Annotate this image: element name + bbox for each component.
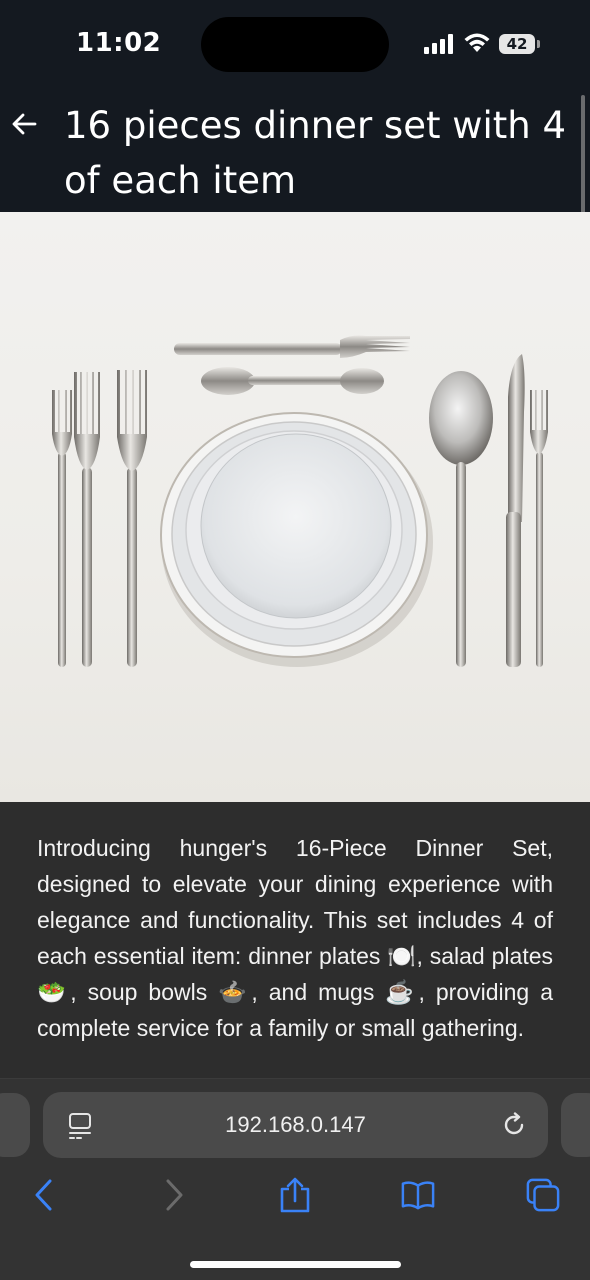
next-tab-preview[interactable] bbox=[561, 1093, 590, 1157]
product-description: Introducing hunger's 16-Piece Dinner Set… bbox=[37, 835, 553, 1041]
dinner-set-photo bbox=[52, 335, 548, 667]
cellular-signal-icon bbox=[424, 34, 453, 54]
wifi-icon bbox=[464, 33, 490, 52]
page-header: 16 pieces dinner set with 4 of each item bbox=[0, 90, 590, 212]
home-indicator[interactable] bbox=[190, 1261, 401, 1268]
tabs-icon[interactable] bbox=[526, 1177, 560, 1213]
url-text[interactable]: 192.168.0.147 bbox=[43, 1092, 548, 1158]
back-icon[interactable] bbox=[28, 1177, 62, 1213]
status-time: 11:02 bbox=[76, 28, 162, 58]
share-icon[interactable] bbox=[278, 1177, 312, 1213]
dynamic-island bbox=[201, 17, 389, 72]
bookmarks-icon[interactable] bbox=[401, 1177, 435, 1213]
arrow-left-icon[interactable] bbox=[10, 110, 38, 138]
previous-tab-preview[interactable] bbox=[0, 1093, 30, 1157]
address-bar[interactable]: 192.168.0.147 bbox=[43, 1092, 548, 1158]
product-image bbox=[0, 212, 590, 802]
page-title: 16 pieces dinner set with 4 of each item bbox=[64, 104, 567, 202]
battery-tip bbox=[537, 40, 540, 48]
forward-icon[interactable] bbox=[156, 1177, 190, 1213]
browser-toolbar: 192.168.0.147 bbox=[0, 1078, 590, 1280]
status-bar: 11:02 42 bbox=[0, 0, 590, 90]
battery-icon: 42 bbox=[499, 34, 535, 54]
reload-icon[interactable] bbox=[501, 1112, 527, 1138]
